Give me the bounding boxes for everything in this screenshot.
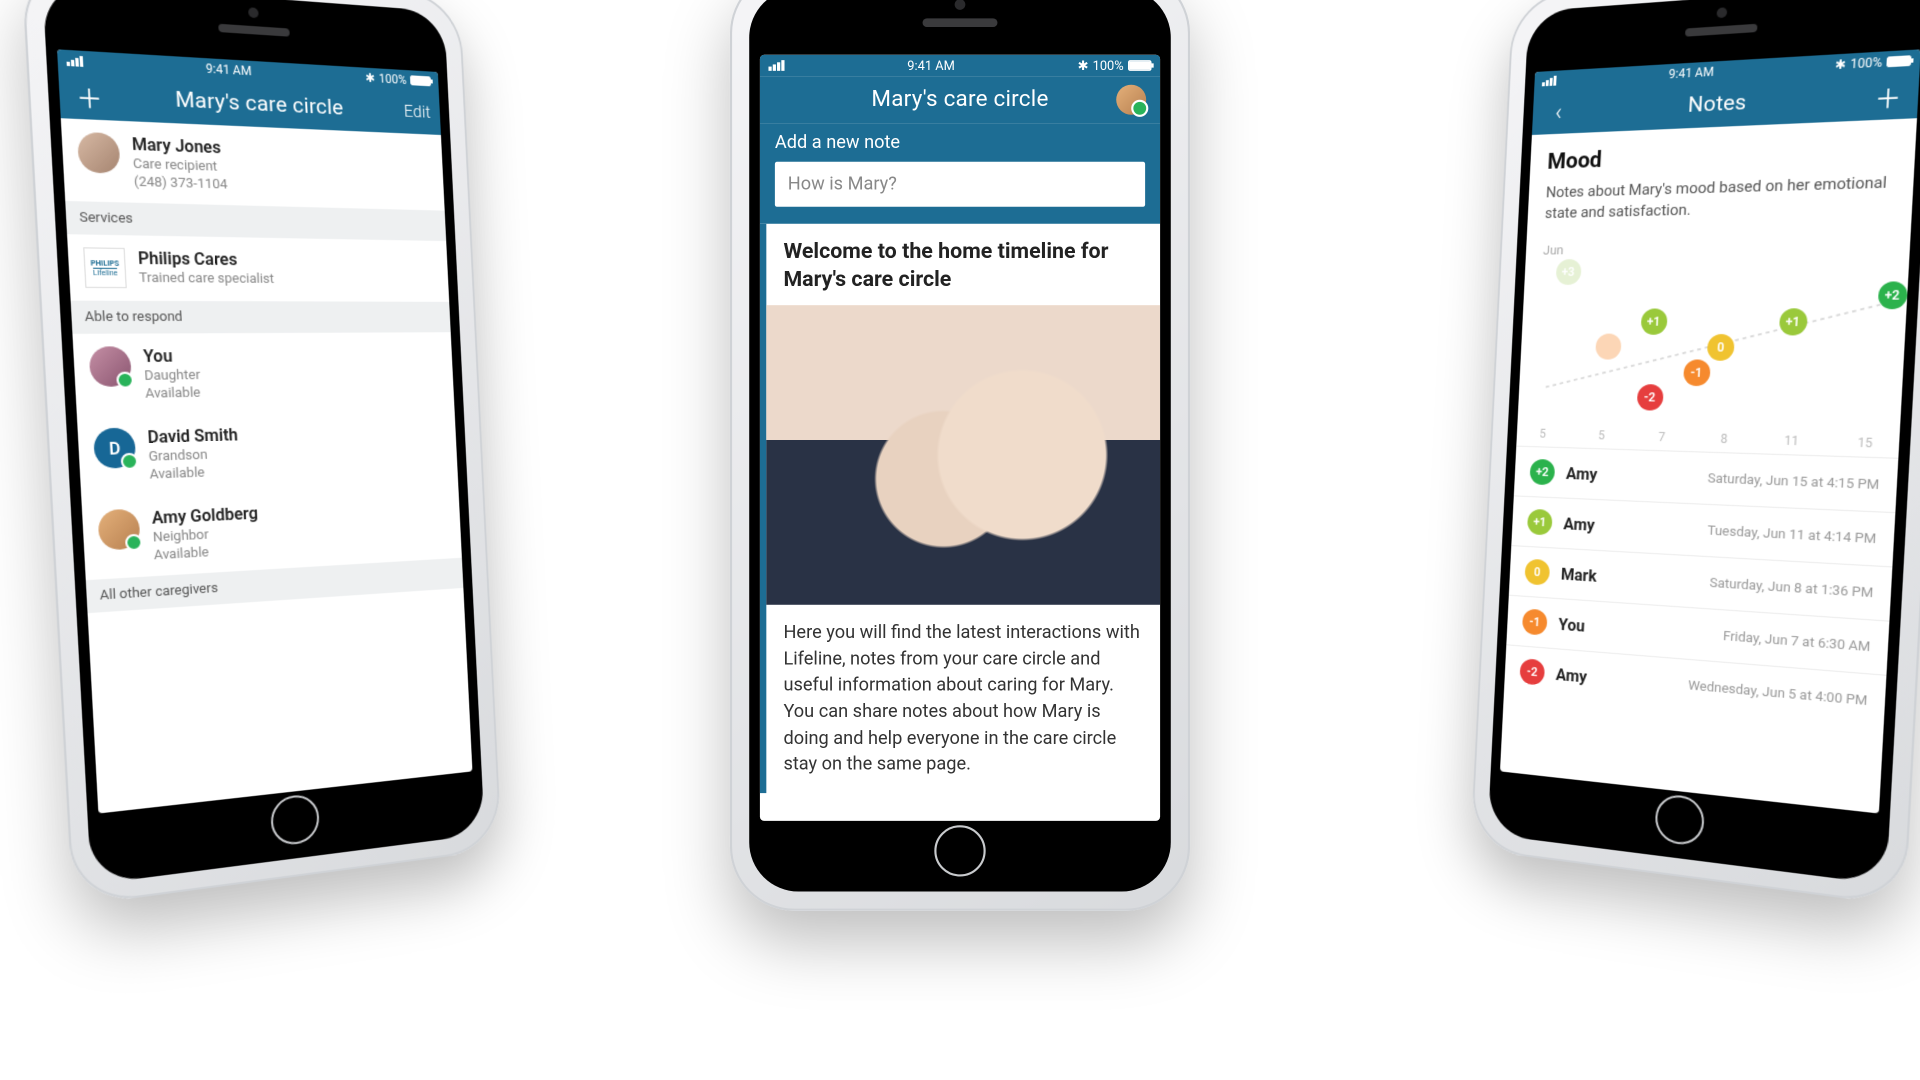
avatar: D xyxy=(93,427,136,468)
status-time: 9:41 AM xyxy=(907,58,955,73)
caregiver-name: You xyxy=(143,346,200,366)
mood-score-badge: 0 xyxy=(1524,559,1550,586)
nav-bar: Mary's care circle xyxy=(760,76,1160,123)
avatar xyxy=(97,509,140,551)
caregiver-relation: Grandson xyxy=(148,446,239,465)
status-bar: 9:41 AM ✱ 100% xyxy=(760,55,1160,76)
chart-x-tick: 7 xyxy=(1658,430,1665,444)
chart-x-tick: 5 xyxy=(1598,428,1605,442)
profile-avatar-button[interactable] xyxy=(1113,85,1149,115)
add-note-label: Add a new note xyxy=(775,132,1145,153)
caregiver-status: Available xyxy=(145,385,202,402)
phone-timeline: 9:41 AM ✱ 100% Mary's care circle Add a n… xyxy=(730,0,1190,911)
nav-title: Mary's care circle xyxy=(107,84,404,123)
mood-timestamp: Friday, Jun 7 at 6:30 AM xyxy=(1723,628,1871,655)
signal-icon xyxy=(66,55,83,67)
mood-timestamp: Tuesday, Jun 11 at 4:14 PM xyxy=(1707,523,1876,547)
mood-chart[interactable]: Jun +3-2+1-10+1+2 55781115 xyxy=(1516,233,1910,458)
signal-icon xyxy=(768,60,784,71)
section-respond: Able to respond xyxy=(71,301,451,334)
chart-x-tick: 8 xyxy=(1720,432,1728,447)
timeline-hero-image xyxy=(766,305,1160,605)
battery-pct: 100% xyxy=(378,71,406,87)
mood-score-badge: +2 xyxy=(1529,459,1555,485)
battery-pct: 100% xyxy=(1093,58,1124,73)
phone-notes: 9:41 AM ✱100% ‹ Notes ＋ Mood Notes about… xyxy=(1470,0,1920,906)
bluetooth-icon: ✱ xyxy=(1835,57,1847,72)
mood-timestamp: Saturday, Jun 15 at 4:15 PM xyxy=(1707,471,1879,493)
mood-author: Amy xyxy=(1566,464,1696,488)
service-row[interactable]: PHILIPSLifeline Philips Cares Trained ca… xyxy=(67,234,449,302)
bluetooth-icon: ✱ xyxy=(1078,58,1089,73)
signal-icon xyxy=(1542,76,1557,87)
battery-icon xyxy=(1128,60,1152,71)
notes-header-section: Mood Notes about Mary's mood based on he… xyxy=(1527,118,1917,234)
timeline-title: Welcome to the home timeline for Mary's … xyxy=(766,224,1160,305)
recipient-phone: (248) 373-1104 xyxy=(134,174,228,193)
mood-score-badge: +1 xyxy=(1527,509,1553,536)
nav-title: Notes xyxy=(1574,84,1870,123)
mood-author: You xyxy=(1558,614,1711,644)
note-placeholder: How is Mary? xyxy=(788,174,897,195)
avatar xyxy=(89,346,132,387)
chart-x-tick: 11 xyxy=(1784,433,1799,448)
battery-icon xyxy=(410,75,431,86)
mood-author: Amy xyxy=(1563,514,1696,540)
notes-heading: Mood xyxy=(1547,136,1896,175)
caregiver-name: David Smith xyxy=(147,425,238,447)
mood-score-badge: -2 xyxy=(1519,658,1545,686)
mood-timestamp: Wednesday, Jun 5 at 4:00 PM xyxy=(1688,678,1868,709)
mood-entries-list: +2 Amy Saturday, Jun 15 at 4:15 PM +1 Amy Tue… xyxy=(1504,446,1899,729)
caregiver-relation: Daughter xyxy=(144,368,201,384)
mood-score-badge: -1 xyxy=(1522,608,1548,635)
mood-timestamp: Saturday, Jun 8 at 1:36 PM xyxy=(1709,575,1873,601)
philips-lifeline-badge: PHILIPSLifeline xyxy=(83,247,127,288)
status-time: 9:41 AM xyxy=(1668,65,1714,82)
home-button[interactable] xyxy=(1654,793,1705,847)
nav-title: Mary's care circle xyxy=(807,87,1113,113)
add-note-panel: Add a new note How is Mary? xyxy=(760,123,1160,224)
caregiver-name: Amy Goldberg xyxy=(151,503,258,528)
mood-author: Mark xyxy=(1561,564,1698,592)
back-button[interactable]: ‹ xyxy=(1542,97,1576,126)
battery-pct: 100% xyxy=(1850,55,1883,72)
service-sub: Trained care specialist xyxy=(139,270,275,287)
caregiver-status: Available xyxy=(149,464,240,483)
status-time: 9:41 AM xyxy=(205,61,251,78)
caregiver-status: Available xyxy=(154,542,261,563)
add-note-button[interactable]: ＋ xyxy=(1868,76,1908,115)
chart-x-tick: 5 xyxy=(1539,427,1546,441)
care-recipient-row[interactable]: Mary Jones Care recipient (248) 373-1104 xyxy=(61,118,445,210)
avatar xyxy=(1116,85,1146,115)
notes-description: Notes about Mary's mood based on her emo… xyxy=(1544,172,1894,225)
battery-icon xyxy=(1886,55,1911,67)
bluetooth-icon: ✱ xyxy=(365,71,375,86)
timeline-welcome-card: Welcome to the home timeline for Mary's … xyxy=(760,224,1160,793)
recipient-role: Care recipient xyxy=(133,156,227,175)
phone-care-circle: 9:41 AM ✱100% ＋ Mary's care circle Edit … xyxy=(21,0,502,906)
chart-x-tick: 15 xyxy=(1857,435,1873,450)
note-input[interactable]: How is Mary? xyxy=(775,162,1145,207)
avatar xyxy=(77,132,121,174)
add-button[interactable]: ＋ xyxy=(70,76,109,115)
home-button[interactable] xyxy=(934,825,985,876)
recipient-name: Mary Jones xyxy=(131,134,226,158)
caregiver-row[interactable]: You DaughterAvailable xyxy=(72,332,454,416)
service-name: Philips Cares xyxy=(138,248,274,269)
home-button[interactable] xyxy=(270,793,320,847)
edit-button[interactable]: Edit xyxy=(403,102,431,123)
mood-author: Amy xyxy=(1555,665,1676,694)
timeline-body: Here you will find the latest interactio… xyxy=(766,605,1160,793)
